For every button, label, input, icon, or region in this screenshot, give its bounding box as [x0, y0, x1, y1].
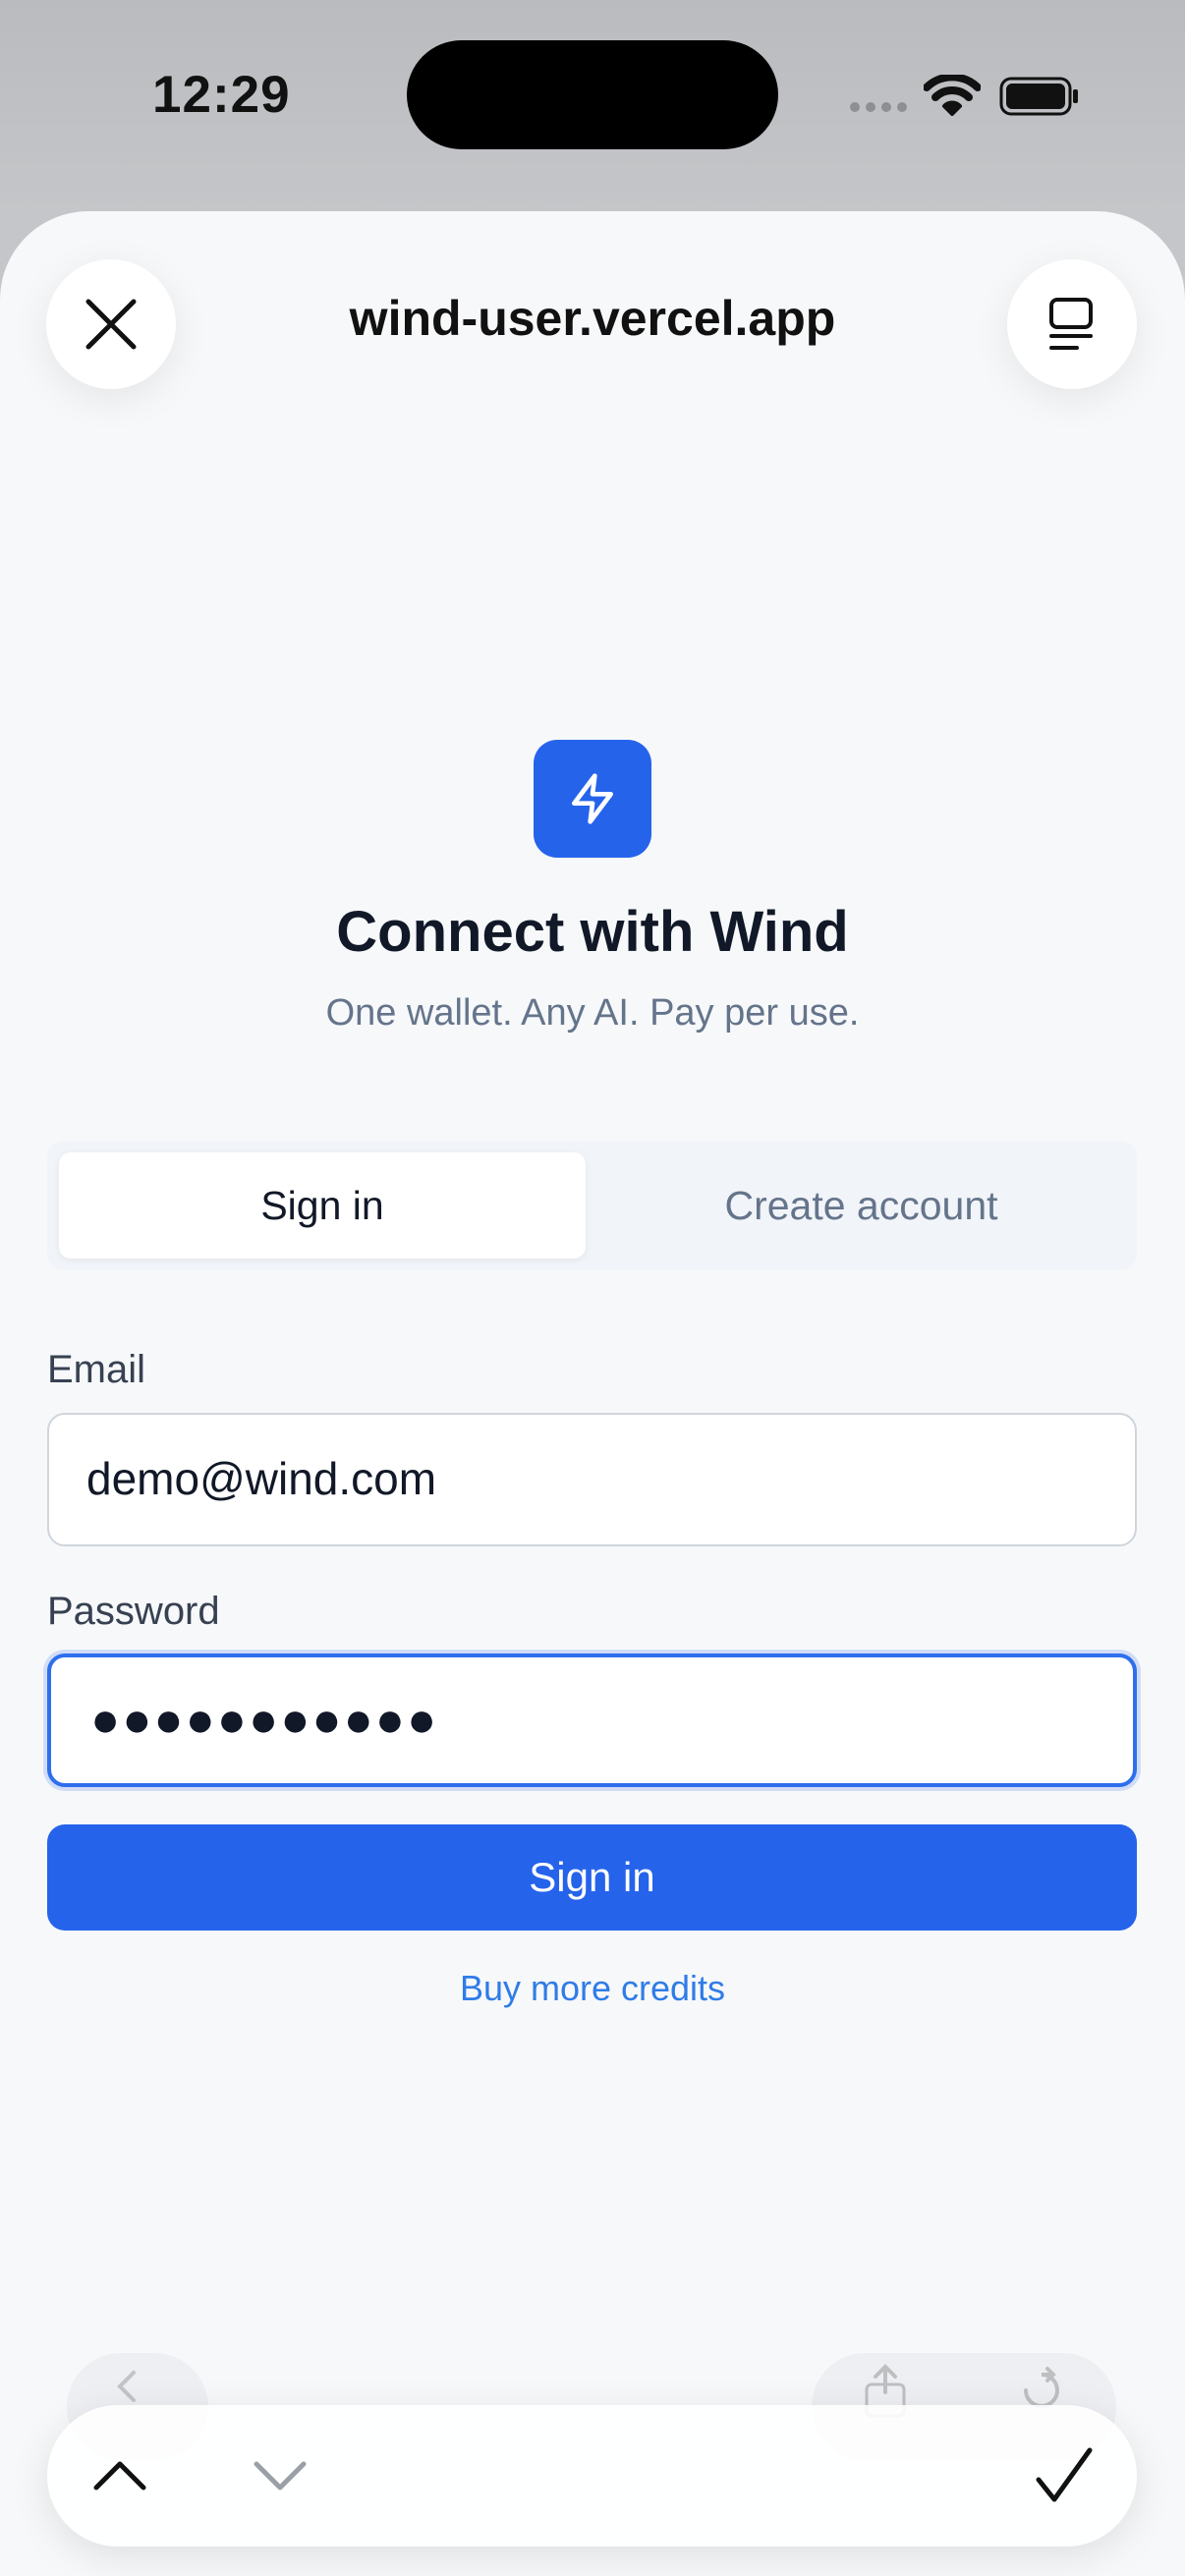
email-label: Email	[47, 1348, 146, 1391]
next-match-button[interactable]	[239, 2435, 321, 2517]
checkmark-icon	[1036, 2447, 1093, 2502]
tab-create-account[interactable]: Create account	[597, 1152, 1125, 1259]
page-title: Connect with Wind	[336, 900, 849, 964]
signal-icon	[850, 102, 907, 112]
browser-sheet: wind-user.vercel.app Connect with Wind O…	[0, 211, 1185, 2576]
dynamic-island	[407, 40, 778, 149]
tabs-button[interactable]	[1007, 259, 1137, 389]
lightning-bolt-icon	[572, 773, 613, 824]
wifi-icon	[924, 75, 981, 116]
chevron-up-icon	[93, 2461, 146, 2491]
previous-match-button[interactable]	[79, 2435, 161, 2517]
tab-sign-in[interactable]: Sign in	[59, 1152, 586, 1259]
sign-in-button[interactable]: Sign in	[47, 1824, 1137, 1931]
status-time: 12:29	[152, 66, 291, 124]
password-label: Password	[47, 1590, 220, 1633]
done-button[interactable]	[1023, 2435, 1105, 2517]
tabs-icon	[1049, 298, 1093, 350]
auth-mode-tabs: Sign in Create account	[47, 1141, 1137, 1270]
find-toolbar	[47, 2405, 1137, 2547]
email-field[interactable]: demo@wind.com	[47, 1413, 1137, 1546]
chevron-down-icon	[254, 2461, 307, 2491]
back-icon	[117, 2371, 136, 2402]
buy-credits-link[interactable]: Buy more credits	[0, 1968, 1185, 2009]
battery-icon	[999, 77, 1078, 116]
password-field[interactable]: ●●●●●●●●●●●	[47, 1653, 1137, 1787]
app-logo	[534, 740, 651, 858]
page-subtitle: One wallet. Any AI. Pay per use.	[325, 992, 860, 1034]
status-bar: 12:29	[0, 0, 1185, 206]
